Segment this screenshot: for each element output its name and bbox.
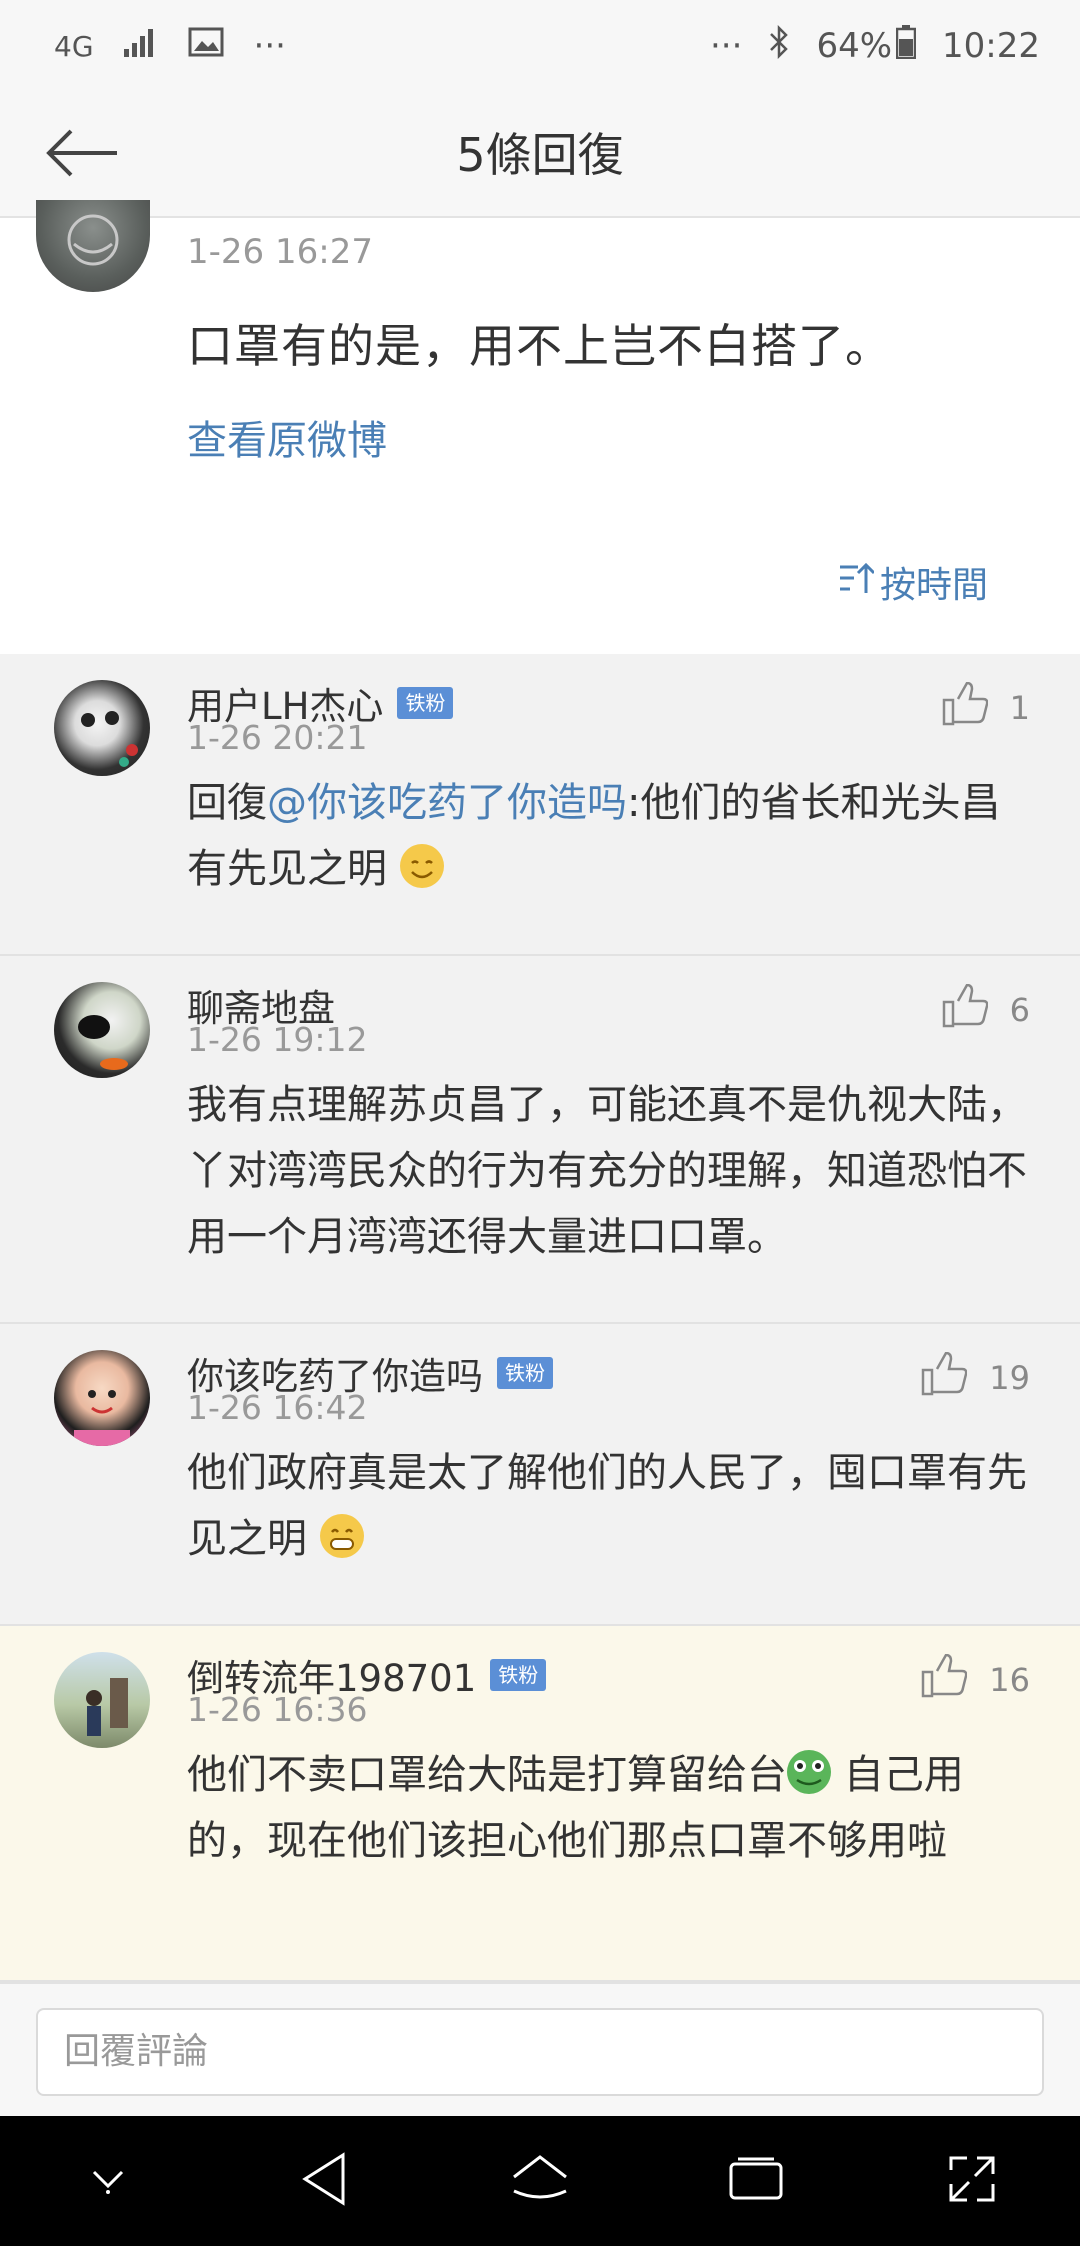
status-time: 10:22: [942, 26, 1040, 66]
comment-text: 我有点理解苏贞昌了，可能还真不是仇视大陆，丫对湾湾民众的行为有充分的理解，知道恐…: [187, 1082, 1027, 1260]
like-button[interactable]: 6: [942, 983, 1030, 1036]
chevron-down-icon: [86, 2164, 130, 2198]
like-button[interactable]: 19: [921, 1351, 1030, 1404]
comment-text: 他们政府真是太了解他们的人民了，囤口罩有先见之明: [187, 1440, 1030, 1572]
sort-button[interactable]: 按時間: [838, 556, 988, 608]
comment-body: 他们政府真是太了解他们的人民了，囤口罩有先见之明: [187, 1450, 1027, 1562]
network-indicator: 4G: [54, 29, 94, 63]
expand-icon: [947, 2154, 997, 2208]
bluetooth-icon: [768, 24, 790, 68]
comment-time: 1-26 19:12: [187, 1020, 368, 1059]
nav-expand-button[interactable]: [927, 2136, 1017, 2226]
like-count: 1: [1009, 689, 1030, 727]
signal-icon: [123, 26, 158, 66]
comment-item: 你该吃药了你造吗 铁粉 19 1-26 16:42 他们政府真是太了解他们的人民…: [0, 1324, 1080, 1626]
battery-icon: [895, 24, 917, 68]
reply-input[interactable]: 回覆評論: [36, 2008, 1044, 2096]
thumbs-up-icon: [942, 983, 989, 1036]
comment-text: 他们不卖口罩给大陆是打算留给台 自己用的，现在他们该担心他们那点口罩不够用啦: [187, 1742, 1030, 1874]
comment-item: 用户LH杰心 铁粉 1 1-26 20:21 回復@你该吃药了你造吗:他们的省长…: [0, 654, 1080, 956]
avatar[interactable]: [54, 1652, 150, 1748]
post-text: 口罩有的是，用不上岂不白搭了。: [187, 319, 892, 373]
image-icon: [188, 26, 224, 66]
like-count: 16: [989, 1661, 1030, 1699]
avatar[interactable]: [54, 1350, 150, 1446]
like-count: 6: [1009, 991, 1030, 1029]
like-button[interactable]: 1: [942, 681, 1030, 734]
thumbs-up-icon: [921, 1351, 968, 1404]
battery-percent: 64%: [816, 26, 893, 66]
avatar[interactable]: [54, 680, 150, 776]
avatar[interactable]: [54, 982, 150, 1078]
page-title: 5條回復: [456, 128, 624, 182]
home-icon: [510, 2153, 570, 2209]
status-ellipsis-left: ···: [253, 26, 286, 66]
comment-item: 聊斋地盘 6 1-26 19:12 我有点理解苏贞昌了，可能还真不是仇视大陆，丫…: [0, 956, 1080, 1324]
nav-hide-button[interactable]: [63, 2136, 153, 2226]
nav-back-button[interactable]: [279, 2136, 369, 2226]
post-time: 1-26 16:27: [187, 232, 373, 272]
battery-group: 64%: [816, 24, 917, 68]
comment-text: 回復@你该吃药了你造吗:他们的省长和光头昌有先见之明: [187, 770, 1030, 902]
comment-body-start: 他们不卖口罩给大陆是打算留给台: [187, 1752, 787, 1798]
nav-recents-button[interactable]: [711, 2136, 801, 2226]
sort-icon: [838, 561, 876, 604]
comment-time: 1-26 16:36: [187, 1690, 368, 1729]
mention-link[interactable]: @你该吃药了你造吗: [267, 780, 627, 826]
smile-emoji-icon: [399, 844, 444, 888]
sort-label: 按時間: [879, 565, 988, 606]
nav-home-button[interactable]: [495, 2136, 585, 2226]
fan-badge: 铁粉: [397, 687, 454, 719]
thumbs-up-icon: [921, 1653, 968, 1706]
frog-emoji-icon: [787, 1750, 831, 1794]
status-bar: 4G ··· ··· 64% 10:22: [0, 0, 1080, 92]
like-count: 19: [989, 1359, 1030, 1397]
comment-list: 用户LH杰心 铁粉 1 1-26 20:21 回復@你该吃药了你造吗:他们的省长…: [0, 654, 1080, 1982]
status-left: 4G ···: [54, 26, 286, 66]
fan-badge: 铁粉: [490, 1659, 547, 1691]
view-original-link[interactable]: 查看原微博: [187, 408, 387, 466]
status-ellipsis-right: ···: [710, 26, 743, 66]
system-nav-bar: [0, 2116, 1080, 2246]
comment-time: 1-26 20:21: [187, 718, 368, 757]
post-avatar[interactable]: [36, 200, 150, 292]
reply-prefix: 回復: [187, 780, 267, 826]
original-post: 1-26 16:27 口罩有的是，用不上岂不白搭了。 查看原微博 按時間: [0, 200, 1080, 656]
comment-item: 倒转流年198701 铁粉 16 1-26 16:36 他们不卖口罩给大陆是打算…: [0, 1626, 1080, 1982]
triangle-back-icon: [299, 2151, 349, 2211]
recents-icon: [728, 2156, 784, 2206]
comment-time: 1-26 16:42: [187, 1388, 368, 1427]
status-right: ··· 64% 10:22: [710, 24, 1040, 68]
like-button[interactable]: 16: [921, 1653, 1030, 1706]
thumbs-up-icon: [942, 681, 989, 734]
reply-bar: 回覆評論: [0, 1982, 1080, 2116]
header: 5條回復: [0, 92, 1080, 218]
grin-emoji-icon: [319, 1514, 364, 1558]
fan-badge: 铁粉: [497, 1357, 553, 1389]
